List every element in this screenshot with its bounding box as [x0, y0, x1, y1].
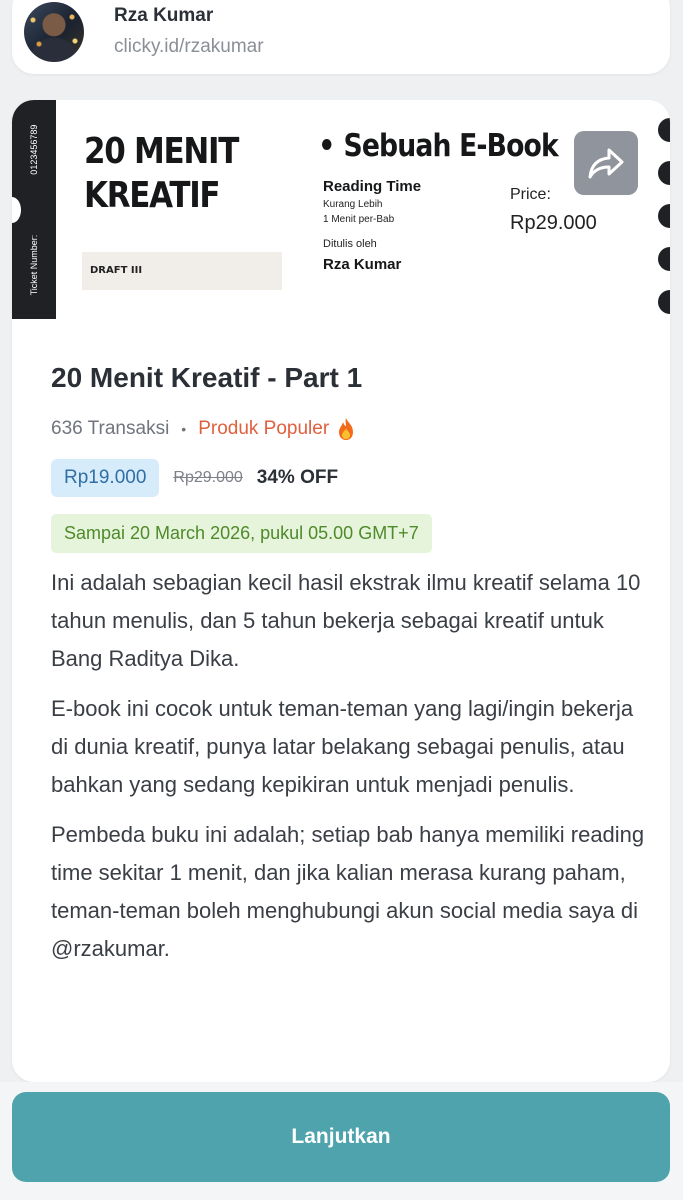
- ebook-heading: Sebuah E-Book: [322, 128, 559, 164]
- product-description: Ini adalah sebagian kecil hasil ekstrak …: [51, 564, 651, 980]
- profile-url[interactable]: clicky.id/rzakumar: [114, 36, 264, 58]
- product-meta: 636 Transaksi • Produk Populer: [51, 417, 357, 441]
- written-by-label: Ditulis oleh: [323, 238, 377, 250]
- share-button[interactable]: [574, 131, 638, 195]
- profile-card[interactable]: Rza Kumar clicky.id/rzakumar: [12, 0, 670, 74]
- share-arrow-icon: [588, 148, 624, 179]
- product-cover-ticket: Ticket Number: 0123456789 20 MENIT KREAT…: [12, 100, 670, 319]
- ticket-number: 0123456789: [29, 124, 39, 175]
- ticket-stub: Ticket Number: 0123456789: [12, 100, 56, 319]
- cover-price-label: Price:: [510, 186, 551, 203]
- popular-badge: Produk Populer: [198, 418, 330, 439]
- promo-deadline: Sampai 20 March 2026, pukul 05.00 GMT+7: [51, 514, 432, 553]
- ticket-perforation: [658, 118, 670, 333]
- meta-separator: •: [181, 421, 187, 437]
- product-card: Ticket Number: 0123456789 20 MENIT KREAT…: [12, 100, 670, 1082]
- current-price: Rp19.000: [51, 459, 160, 497]
- description-paragraph: E-book ini cocok untuk teman-teman yang …: [51, 696, 634, 797]
- product-title: 20 Menit Kreatif - Part 1: [51, 362, 363, 393]
- fire-icon: [339, 418, 354, 440]
- description-paragraph: Pembeda buku ini adalah; setiap bab hany…: [51, 822, 645, 961]
- discount-label: 34% OFF: [256, 467, 339, 488]
- cover-title: 20 MENIT KREATIF: [84, 131, 239, 216]
- price-row: Rp19.000 Rp29.000 34% OFF: [51, 459, 338, 497]
- continue-button[interactable]: Lanjutkan: [12, 1092, 670, 1182]
- profile-name: Rza Kumar: [114, 5, 214, 26]
- cover-price-value: Rp29.000: [510, 212, 597, 234]
- draft-label: DRAFT III: [82, 252, 282, 290]
- transaction-count: 636 Transaksi: [51, 418, 170, 439]
- ticket-number-label: Ticket Number:: [29, 234, 39, 296]
- avatar: [24, 2, 84, 62]
- bullet-icon: [322, 139, 332, 150]
- reading-time-line: Kurang Lebih: [323, 199, 383, 210]
- reading-time-title: Reading Time: [323, 178, 422, 195]
- original-price: Rp29.000: [173, 469, 243, 486]
- reading-time-line: 1 Menit per-Bab: [323, 214, 395, 225]
- cover-author: Rza Kumar: [323, 256, 402, 273]
- description-paragraph: Ini adalah sebagian kecil hasil ekstrak …: [51, 570, 641, 671]
